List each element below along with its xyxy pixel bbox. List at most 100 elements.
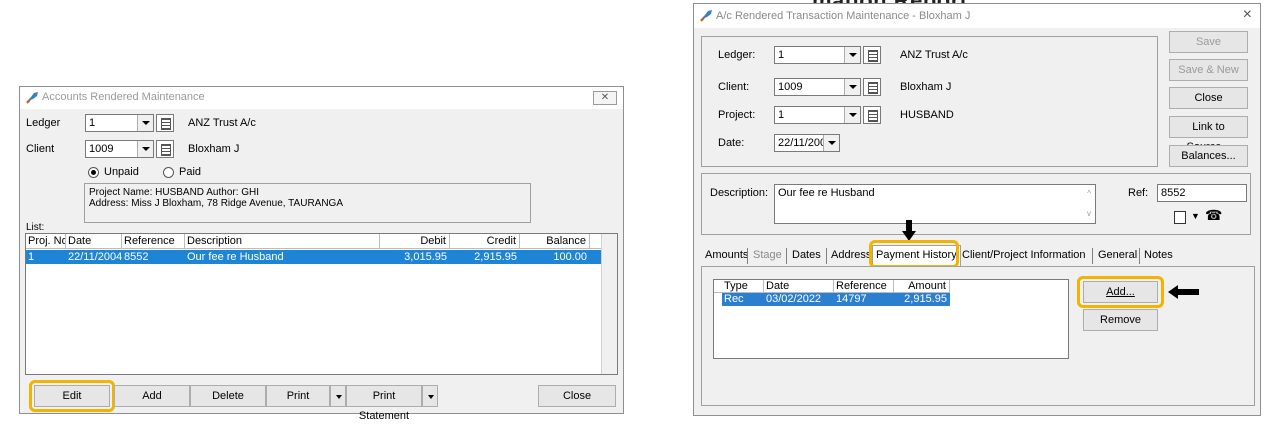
client-combo[interactable]: 1009 [774, 78, 861, 96]
accounts-rendered-window: Accounts Rendered Maintenance ✕ Ledger 1… [19, 86, 624, 422]
ledger-combo[interactable]: 1 [774, 46, 861, 64]
tab-general[interactable]: General [1095, 246, 1140, 266]
tab-stage[interactable]: Stage [750, 246, 785, 266]
transaction-window: A/c Rendered Transaction Maintenance - B… [693, 3, 1261, 416]
delete-button[interactable]: Delete [190, 385, 266, 407]
col-type[interactable]: Type [714, 280, 764, 293]
description-label: Description: [710, 187, 769, 199]
address-info-line: Address: Miss J Bloxham, 78 Ridge Avenue… [89, 198, 343, 209]
description-input[interactable]: Our fee re Husband ^ v [774, 184, 1096, 224]
cell-description: Our fee re Husband [187, 251, 284, 263]
chevron-down-icon[interactable]: ▼ [1191, 211, 1200, 221]
project-name: HUSBAND [900, 109, 954, 121]
client-lookup-icon[interactable] [156, 140, 174, 158]
tab-dates[interactable]: Dates [789, 246, 824, 266]
date-picker[interactable]: 22/11/2004 [774, 134, 840, 152]
tab-notes[interactable]: Notes [1141, 246, 1176, 266]
title-bar: Accounts Rendered Maintenance ✕ [20, 87, 623, 109]
col-reference[interactable]: Reference [834, 280, 894, 293]
chevron-down-icon[interactable] [137, 115, 153, 131]
cell-debit: 3,015.95 [404, 251, 447, 263]
ledger-lookup-icon[interactable] [156, 114, 174, 132]
close-button[interactable]: ✕ [593, 91, 617, 105]
project-lookup-icon[interactable] [863, 106, 881, 124]
col-debit[interactable]: Debit [380, 234, 450, 249]
paid-radio[interactable] [163, 167, 174, 178]
add-button[interactable]: Add [114, 385, 190, 407]
client-lookup-icon[interactable] [863, 78, 881, 96]
payment-list-header: Type Date Reference Amount [714, 280, 950, 294]
col-credit[interactable]: Credit [450, 234, 520, 249]
window-title: Accounts Rendered Maintenance [42, 91, 205, 103]
unpaid-radio[interactable] [88, 167, 99, 178]
col-date[interactable]: Date [66, 234, 122, 249]
close-button[interactable]: Close [538, 385, 616, 407]
scroll-up-icon[interactable]: ^ [1087, 189, 1091, 198]
chevron-down-icon[interactable] [844, 79, 860, 95]
client-label: Client [26, 143, 55, 155]
project-info-line: Project Name: HUSBAND Author: GHI [89, 187, 260, 198]
client-name: Bloxham J [188, 143, 240, 155]
payment-history-highlight [869, 240, 959, 268]
vertical-scrollbar[interactable] [601, 234, 617, 374]
chevron-down-icon[interactable] [823, 135, 839, 151]
ledger-combo[interactable]: 1 [85, 114, 154, 132]
paid-label: Paid [179, 166, 202, 178]
print-statement-options-button[interactable] [422, 385, 438, 407]
client-combo[interactable]: 1009 [85, 140, 154, 158]
balances-button[interactable]: Balances... [1169, 145, 1248, 167]
cell-reference: 8552 [124, 251, 149, 263]
link-to-source-button[interactable]: Link to Source... [1169, 116, 1248, 153]
ledger-label: Ledger [26, 117, 61, 129]
cell-date: 22/11/2004 [68, 251, 122, 263]
tab-client-project-information[interactable]: Client/Project Information [959, 246, 1089, 266]
document-icon[interactable] [1174, 211, 1186, 224]
tab-address[interactable]: Address [828, 246, 874, 266]
cell-reference: 14797 [836, 293, 867, 305]
list-header: Proj. No Date Reference Description Debi… [26, 234, 601, 249]
col-proj-no[interactable]: Proj. No [26, 234, 66, 249]
cell-balance: 100.00 [553, 251, 587, 263]
table-row[interactable]: 1 22/11/2004 8552 Our fee re Husband 3,0… [26, 250, 602, 264]
print-options-button[interactable] [330, 385, 346, 407]
ledger-name: ANZ Trust A/c [900, 49, 968, 61]
chevron-down-icon[interactable] [844, 107, 860, 123]
col-balance[interactable]: Balance [520, 234, 590, 249]
col-amount[interactable]: Amount [894, 280, 950, 293]
col-reference[interactable]: Reference [122, 234, 185, 249]
scroll-down-icon[interactable]: v [1087, 209, 1091, 218]
remove-payment-button[interactable]: Remove [1083, 309, 1158, 331]
table-row[interactable]: Rec 03/02/2022 14797 2,915.95 [722, 293, 950, 306]
date-label: Date: [718, 137, 745, 149]
ledger-lookup-icon[interactable] [863, 46, 881, 64]
col-description[interactable]: Description [185, 234, 380, 249]
col-date[interactable]: Date [764, 280, 834, 293]
arrow-down-icon [902, 220, 916, 241]
phone-icon[interactable]: ☎ [1205, 207, 1222, 224]
cell-date: 03/02/2022 [766, 293, 822, 305]
save-new-button[interactable]: Save & New [1169, 59, 1248, 81]
save-button[interactable]: Save [1169, 31, 1248, 53]
print-button[interactable]: Print [266, 385, 330, 407]
project-label: Project: [718, 109, 756, 121]
accounts-list[interactable]: Proj. No Date Reference Description Debi… [25, 233, 618, 375]
close-button[interactable]: Close [1169, 87, 1248, 109]
cell-proj-no: 1 [28, 251, 35, 263]
project-combo[interactable]: 1 [774, 106, 861, 124]
ref-input[interactable]: 8552 [1157, 184, 1247, 202]
list-label: List: [26, 222, 45, 233]
cell-amount: 2,915.95 [904, 293, 947, 305]
tab-amounts[interactable]: Amounts [702, 246, 751, 266]
ledger-name: ANZ Trust A/c [188, 117, 256, 129]
close-icon[interactable]: × [1243, 6, 1252, 24]
cell-type: Rec [724, 293, 744, 305]
window-title: A/c Rendered Transaction Maintenance - B… [716, 10, 971, 22]
payment-list[interactable]: Type Date Reference Amount Rec 03/02/202… [713, 279, 1069, 359]
chevron-down-icon[interactable] [137, 141, 153, 157]
client-label: Client: [718, 81, 750, 93]
app-icon [700, 10, 712, 22]
arrow-left-icon [1168, 285, 1199, 299]
chevron-down-icon[interactable] [844, 47, 860, 63]
project-info-panel: Project Name: HUSBAND Author: GHI Addres… [84, 183, 531, 223]
print-statement-button[interactable]: Print Statement [346, 385, 422, 422]
